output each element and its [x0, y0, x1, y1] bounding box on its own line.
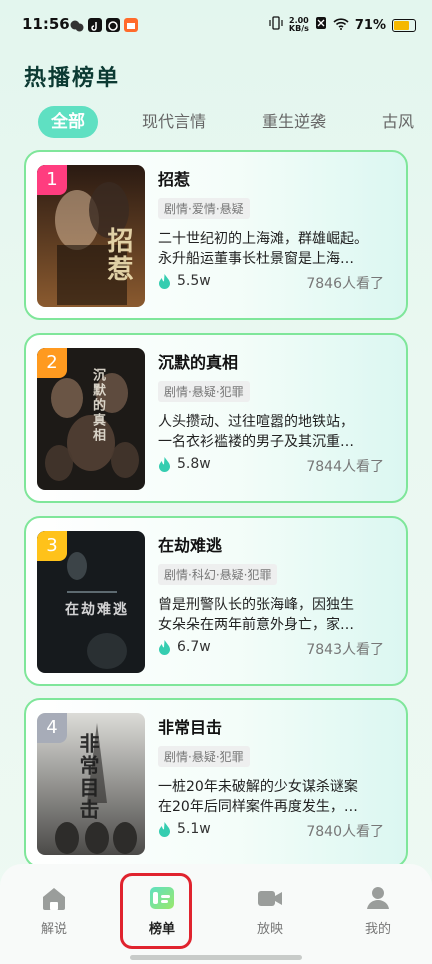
category-tabs: 全部 现代言情 重生逆袭 古风 [38, 106, 432, 138]
tab-all[interactable]: 全部 [38, 106, 98, 138]
tab-modern-romance[interactable]: 现代言情 [142, 106, 206, 138]
description-line: 一名衣衫褴褛的男子及其沉重… [158, 434, 354, 450]
description-line: 二十世纪初的上海滩，群雄崛起。 [158, 231, 368, 247]
flame-icon [159, 456, 170, 472]
item-description: 人头攒动、过往喧嚣的地铁站， 一名衣衫褴褛的男子及其沉重… [158, 412, 390, 452]
profile-icon [367, 887, 389, 909]
tab-label: 放映 [256, 922, 283, 937]
hot-value: 6.7w [177, 639, 211, 655]
tab-screening[interactable]: 放映 [240, 884, 300, 937]
poster-title-art: 招惹 [103, 227, 133, 283]
flame-icon [159, 273, 170, 289]
hot-value: 5.1w [177, 821, 211, 837]
rank-badge: 2 [37, 348, 67, 378]
item-title[interactable]: 沉默的真相 [158, 349, 238, 373]
home-indicator [130, 955, 302, 960]
hot-count: 5.1w [158, 821, 211, 837]
page-title: 热播榜单 [24, 66, 121, 91]
app-badge-icon [124, 18, 138, 32]
tab-label: 解说 [40, 922, 67, 937]
view-count: 7844人看了 [306, 459, 384, 475]
description-line: 人头攒动、过往喧嚣的地铁站， [158, 414, 354, 430]
description-line: 女朵朵在两年前意外身亡，家… [158, 617, 354, 633]
tab-profile[interactable]: 我的 [348, 884, 408, 937]
hot-count: 6.7w [158, 639, 211, 655]
status-bar: 11:56 2.00 KB/s 71% [0, 0, 432, 52]
bottom-tab-bar: 解说 榜单 放映 我的 [0, 864, 432, 964]
poster-image: 在劫难逃 3 [37, 531, 145, 673]
highlight-box [120, 873, 192, 949]
flame-icon [159, 639, 170, 655]
net-speed: 2.00 KB/s [289, 17, 309, 33]
rank-badge: 4 [37, 713, 67, 743]
item-title[interactable]: 在劫难逃 [158, 532, 222, 556]
item-title[interactable]: 招惹 [158, 166, 190, 190]
tab-ancient[interactable]: 古风 [382, 106, 414, 138]
tab-rebirth[interactable]: 重生逆袭 [262, 106, 326, 138]
video-camera-icon [258, 891, 282, 906]
hot-count: 5.5w [158, 273, 211, 289]
poster-title-art: 在劫难逃 [65, 602, 129, 618]
hot-value: 5.5w [177, 273, 211, 289]
poster-image: 沉默的真相 2 [37, 348, 145, 490]
flame-icon [159, 821, 170, 837]
wechat-icon [70, 18, 84, 32]
vibrate-icon [269, 16, 283, 34]
item-description: 一桩20年未破解的少女谋杀谜案 在20年后同样案件再度发生，… [158, 777, 390, 817]
net-speed-unit: KB/s [288, 24, 309, 33]
battery-icon [392, 18, 416, 32]
item-title[interactable]: 非常目击 [158, 714, 222, 738]
app-icon [106, 18, 120, 32]
item-description: 曾是刑警队长的张海峰，因独生 女朵朵在两年前意外身亡，家… [158, 595, 390, 635]
hot-count: 5.8w [158, 456, 211, 472]
view-count: 7843人看了 [306, 642, 384, 658]
rank-badge: 3 [37, 531, 67, 561]
view-count: 7840人看了 [306, 824, 384, 840]
list-item[interactable]: 招惹 1 招惹 剧情·爱情·悬疑 二十世纪初的上海滩，群雄崛起。 永升船运董事长… [24, 150, 408, 320]
poster-title-art: 沉默的真相 [90, 368, 105, 443]
description-line: 一桩20年未破解的少女谋杀谜案 [158, 779, 358, 795]
description-line: 在20年后同样案件再度发生，… [158, 799, 358, 815]
poster-title-art: 非常目击 [76, 733, 100, 821]
description-line: 曾是刑警队长的张海峰，因独生 [158, 597, 354, 613]
status-indicators: 2.00 KB/s 71% [269, 16, 416, 34]
list-item[interactable]: 非常目击 4 非常目击 剧情·悬疑·犯罪 一桩20年未破解的少女谋杀谜案 在20… [24, 698, 408, 868]
item-tags: 剧情·悬疑·犯罪 [158, 746, 250, 767]
home-icon [43, 888, 65, 910]
tiktok-icon [88, 18, 102, 32]
list-item[interactable]: 在劫难逃 3 在劫难逃 剧情·科幻·悬疑·犯罪 曾是刑警队长的张海峰，因独生 女… [24, 516, 408, 686]
status-time: 11:56 [22, 15, 70, 33]
item-tags: 剧情·科幻·悬疑·犯罪 [158, 564, 278, 585]
tab-label: 我的 [364, 922, 391, 937]
list-item[interactable]: 沉默的真相 2 沉默的真相 剧情·悬疑·犯罪 人头攒动、过往喧嚣的地铁站， 一名… [24, 333, 408, 503]
tab-commentary[interactable]: 解说 [24, 884, 84, 937]
sim-off-icon [315, 16, 327, 34]
item-description: 二十世纪初的上海滩，群雄崛起。 永升船运董事长杜景窗是上海… [158, 229, 390, 269]
poster-image: 招惹 1 [37, 165, 145, 307]
view-count: 7846人看了 [306, 276, 384, 292]
hot-value: 5.8w [177, 456, 211, 472]
rank-badge: 1 [37, 165, 67, 195]
poster-image: 非常目击 4 [37, 713, 145, 855]
battery-percent: 71% [354, 17, 386, 33]
description-line: 永升船运董事长杜景窗是上海… [158, 251, 354, 267]
item-tags: 剧情·爱情·悬疑 [158, 198, 250, 219]
wifi-icon [333, 17, 349, 34]
item-tags: 剧情·悬疑·犯罪 [158, 381, 250, 402]
